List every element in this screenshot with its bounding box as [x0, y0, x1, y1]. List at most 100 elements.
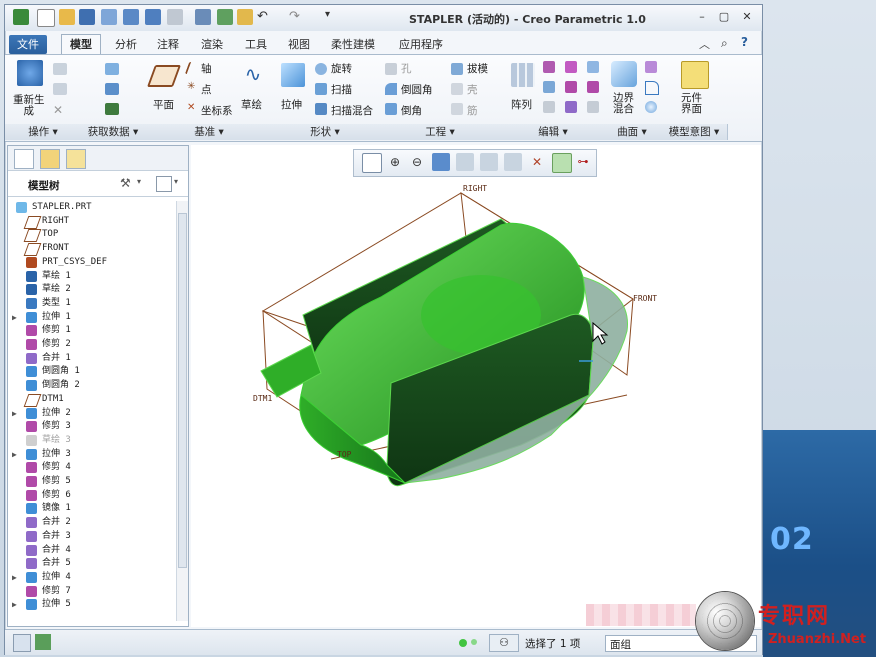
- draft-label[interactable]: 拔模: [467, 61, 488, 76]
- show-menu-icon[interactable]: [156, 176, 172, 192]
- chamfer-icon[interactable]: [385, 103, 397, 115]
- tab-analysis[interactable]: 分析: [107, 35, 145, 54]
- user-defined-feature-icon[interactable]: [105, 63, 119, 75]
- tab-tools[interactable]: 工具: [237, 35, 275, 54]
- tab-view[interactable]: 视图: [280, 35, 318, 54]
- show-menu-dropdown-icon[interactable]: ▾: [174, 177, 178, 186]
- point-label[interactable]: 点: [201, 82, 212, 97]
- axis-label[interactable]: 轴: [201, 61, 212, 76]
- copy-icon[interactable]: [53, 63, 67, 75]
- intersect-icon[interactable]: [565, 101, 577, 113]
- regenerate-label[interactable]: 重新生 成: [13, 95, 45, 117]
- model-tree-tab-icon[interactable]: [14, 149, 34, 169]
- boundary-blend-label[interactable]: 边界 混合: [613, 93, 634, 115]
- merge-icon[interactable]: [543, 81, 555, 93]
- show-browser-icon[interactable]: [35, 634, 51, 650]
- restore-button[interactable]: ▢: [715, 9, 733, 25]
- group-editing[interactable]: 编辑 ▾: [503, 124, 604, 140]
- tab-applications[interactable]: 应用程序: [391, 35, 451, 54]
- group-model-intent[interactable]: 模型意图 ▾: [661, 124, 728, 140]
- trim-icon[interactable]: [543, 101, 555, 113]
- hole-label[interactable]: 孔: [401, 61, 412, 76]
- tree-settings-dropdown-icon[interactable]: ▾: [137, 177, 141, 186]
- thicken-icon[interactable]: [587, 81, 599, 93]
- chamfer-label[interactable]: 倒角: [401, 103, 422, 118]
- csys-icon[interactable]: ✕: [187, 103, 197, 113]
- project-icon[interactable]: [587, 61, 599, 73]
- folder-icon[interactable]: [237, 9, 253, 25]
- draft-icon[interactable]: [451, 63, 463, 75]
- close-button[interactable]: ✕: [738, 9, 756, 25]
- show-navigator-icon[interactable]: [13, 634, 31, 652]
- rib-icon[interactable]: [451, 103, 463, 115]
- spin-center-icon[interactable]: [552, 153, 572, 173]
- extrude-icon[interactable]: [281, 63, 305, 87]
- refit-icon[interactable]: [362, 153, 382, 173]
- help-icon[interactable]: ?: [741, 35, 748, 49]
- qat-dropdown-icon[interactable]: ▾: [325, 9, 341, 25]
- save-copy-icon[interactable]: [101, 9, 117, 25]
- pattern-label[interactable]: 阵列: [511, 97, 532, 112]
- boundary-blend-icon[interactable]: [611, 61, 637, 87]
- paste-icon[interactable]: [53, 83, 67, 95]
- favorites-tab-icon[interactable]: [66, 149, 86, 169]
- group-datum[interactable]: 基准 ▾: [145, 124, 274, 140]
- folder-browser-tab-icon[interactable]: [40, 149, 60, 169]
- group-shapes[interactable]: 形状 ▾: [273, 124, 378, 140]
- edit-icon[interactable]: [195, 9, 211, 25]
- group-operations[interactable]: 操作 ▾: [5, 124, 82, 140]
- sweep-label[interactable]: 扫描: [331, 82, 352, 97]
- solidify-icon[interactable]: [587, 101, 599, 113]
- rib-label[interactable]: 筋: [467, 103, 478, 118]
- tab-file[interactable]: 文件: [9, 35, 47, 54]
- expand-icon[interactable]: ▶: [12, 571, 20, 584]
- regenerate-small-icon[interactable]: [123, 9, 139, 25]
- tab-annotate[interactable]: 注释: [149, 35, 187, 54]
- saved-views-icon[interactable]: [480, 153, 498, 171]
- expand-icon[interactable]: ▶: [12, 598, 20, 611]
- pattern-icon[interactable]: [511, 63, 535, 87]
- component-interface-label[interactable]: 元件 界面: [681, 93, 702, 115]
- tab-flexible-modeling[interactable]: 柔性建模: [323, 35, 383, 54]
- expand-icon[interactable]: ▶: [12, 311, 20, 324]
- model-tree-scrollbar[interactable]: [176, 201, 188, 621]
- search-icon[interactable]: ⌕: [721, 36, 728, 51]
- view-manager-icon[interactable]: [504, 153, 522, 171]
- save-icon[interactable]: [79, 9, 95, 25]
- revolve-label[interactable]: 旋转: [331, 61, 352, 76]
- plane-label[interactable]: 平面: [153, 97, 174, 112]
- round-label[interactable]: 倒圆角: [401, 82, 433, 97]
- delete-icon[interactable]: ✕: [53, 103, 67, 117]
- zoom-in-icon[interactable]: ⊕: [386, 153, 404, 171]
- point-icon[interactable]: ✳: [187, 82, 197, 92]
- new-file-icon[interactable]: [37, 9, 55, 27]
- hole-icon[interactable]: [385, 63, 397, 75]
- tab-model[interactable]: 模型: [61, 34, 101, 55]
- window-icon[interactable]: [145, 9, 161, 25]
- close-window-icon[interactable]: [167, 9, 183, 25]
- extrude-label[interactable]: 拉伸: [281, 97, 302, 112]
- expand-icon[interactable]: ▶: [12, 448, 20, 461]
- shell-label[interactable]: 壳: [467, 82, 478, 97]
- freestyle-icon[interactable]: [645, 101, 657, 113]
- plane-icon[interactable]: [146, 65, 182, 87]
- group-get-data[interactable]: 获取数据 ▾: [81, 124, 146, 140]
- mirror-icon[interactable]: [543, 61, 555, 73]
- zoom-out-icon[interactable]: ⊖: [408, 153, 426, 171]
- tab-render[interactable]: 渲染: [193, 35, 231, 54]
- shell-icon[interactable]: [451, 83, 463, 95]
- redo-icon[interactable]: ↷: [289, 9, 309, 25]
- ribbon-collapse-icon[interactable]: ︿: [699, 36, 710, 52]
- graphics-area[interactable]: RIGHT FRONT DTM1 TOP: [191, 145, 761, 627]
- tree-settings-icon[interactable]: ⚒: [120, 176, 134, 190]
- style-icon[interactable]: [645, 81, 659, 95]
- scrollbar-thumb[interactable]: [178, 213, 187, 568]
- open-file-icon[interactable]: [59, 9, 75, 25]
- sketch-label[interactable]: 草绘: [241, 97, 262, 112]
- undo-icon[interactable]: ↶: [257, 9, 277, 25]
- shrinkwrap-icon[interactable]: [105, 103, 119, 115]
- sketch-icon[interactable]: ∿: [241, 63, 265, 85]
- revolve-icon[interactable]: [315, 63, 327, 75]
- check-icon[interactable]: [217, 9, 233, 25]
- swept-blend-label[interactable]: 扫描混合: [331, 103, 373, 118]
